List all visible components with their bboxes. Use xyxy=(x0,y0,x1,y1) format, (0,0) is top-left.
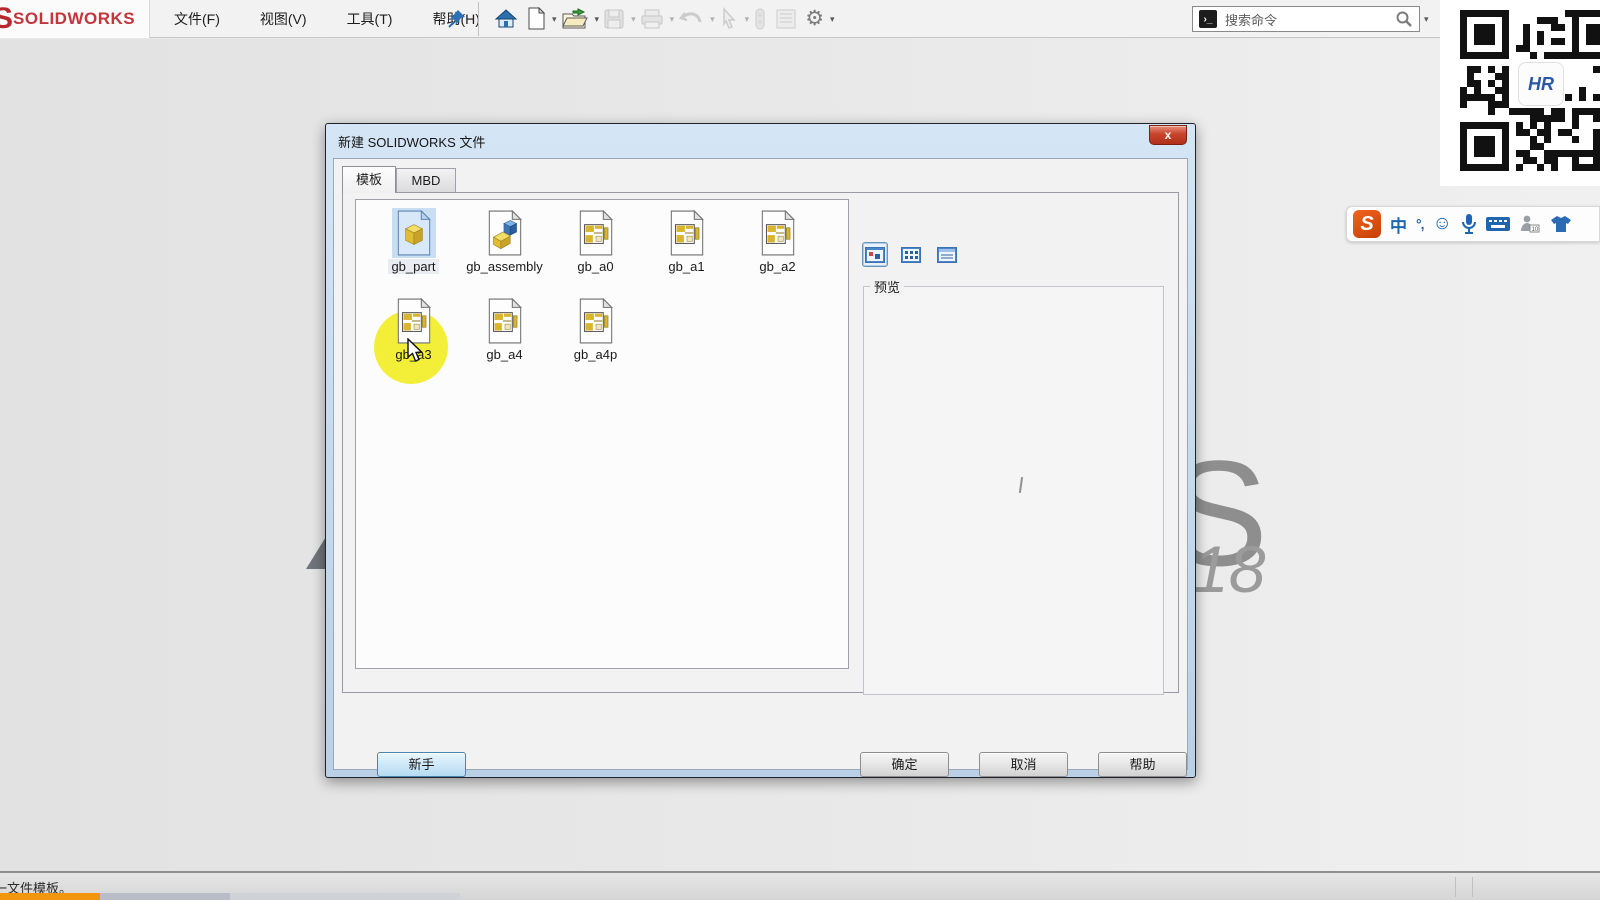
drawing-template-icon xyxy=(574,208,618,258)
dropdown-arrow-icon[interactable]: ▾ xyxy=(1424,14,1429,25)
microphone-icon[interactable] xyxy=(1461,213,1477,235)
svg-text:10: 10 xyxy=(1531,227,1538,233)
drawing-template-icon xyxy=(574,296,618,346)
help-button[interactable]: 帮助 xyxy=(1098,752,1187,777)
qr-code-card: HR xyxy=(1440,0,1600,186)
menu-view[interactable]: 视图(V) xyxy=(254,5,313,33)
undo-icon xyxy=(676,6,706,32)
template-label: gb_assembly xyxy=(463,259,546,274)
pin-icon[interactable] xyxy=(446,8,468,30)
template-item-gb-a3[interactable]: gb_a3 xyxy=(368,296,459,384)
rebuild-icon xyxy=(751,5,769,33)
template-label: gb_part xyxy=(388,259,438,274)
dropdown-arrow-icon[interactable]: ▾ xyxy=(595,14,600,25)
caret-artifact xyxy=(1019,477,1023,493)
new-document-dialog: 新建 SOLIDWORKS 文件 x 模板 MBD gb_part xyxy=(325,123,1196,778)
open-folder-icon[interactable] xyxy=(559,5,591,33)
search-prompt-icon: ›_ xyxy=(1199,10,1217,28)
ime-language-mode[interactable]: 中 xyxy=(1390,212,1407,237)
template-label: gb_a1 xyxy=(665,259,707,274)
dialog-title: 新建 SOLIDWORKS 文件 xyxy=(338,132,485,151)
emoji-icon[interactable]: ☺ xyxy=(1433,213,1452,235)
progress-segment-orange xyxy=(0,893,100,900)
tab-mbd[interactable]: MBD xyxy=(396,168,456,193)
template-item-gb-a2[interactable]: gb_a2 xyxy=(732,208,823,296)
menu-bar: 文件(F) 视图(V) 工具(T) 帮助(H) xyxy=(168,0,486,38)
new-document-icon[interactable] xyxy=(524,5,548,33)
small-icon-view-button[interactable] xyxy=(898,242,924,267)
keyboard-icon[interactable] xyxy=(1486,216,1510,232)
template-item-gb-a0[interactable]: gb_a0 xyxy=(550,208,641,296)
view-options-icon xyxy=(773,6,799,32)
template-item-gb-a4p[interactable]: gb_a4p xyxy=(550,296,641,384)
dropdown-arrow-icon: ▾ xyxy=(670,14,675,25)
status-separator xyxy=(1455,877,1456,897)
dropdown-arrow-icon[interactable]: ▾ xyxy=(830,14,835,25)
templates-tab-page: gb_part gb_assembly gb_a0 xyxy=(342,192,1179,693)
drawing-template-icon xyxy=(756,208,800,258)
logo-wordmark: SOLIDWORKS xyxy=(13,9,135,29)
search-placeholder: 搜索命令 xyxy=(1225,10,1395,29)
template-item-gb-part[interactable]: gb_part xyxy=(368,208,459,296)
template-label: gb_a4p xyxy=(571,347,620,362)
status-separator xyxy=(1472,877,1473,897)
toolbar-separator xyxy=(478,2,479,36)
preview-pane xyxy=(863,286,1164,695)
large-icon-view-button[interactable] xyxy=(862,242,888,267)
save-icon xyxy=(601,6,627,32)
menu-file[interactable]: 文件(F) xyxy=(168,5,226,33)
qr-center-logo: HR xyxy=(1518,62,1564,106)
template-item-gb-assembly[interactable]: gb_assembly xyxy=(459,208,550,296)
progress-segment-gray2 xyxy=(230,893,460,900)
dropdown-arrow-icon[interactable]: ▾ xyxy=(552,14,557,25)
progress-segment-gray1 xyxy=(100,893,230,900)
cancel-button[interactable]: 取消 xyxy=(979,752,1068,777)
list-view-button[interactable] xyxy=(934,242,960,267)
status-bar: 一文件模板。 xyxy=(0,871,1600,900)
ime-punctuation-icon[interactable]: °, xyxy=(1416,216,1424,232)
settings-gear-icon[interactable]: ⚙ xyxy=(803,7,826,31)
close-button[interactable]: x xyxy=(1149,125,1187,145)
view-mode-buttons xyxy=(862,242,960,267)
dropdown-arrow-icon: ▾ xyxy=(631,14,636,25)
ime-toolbar: S 中 °, ☺ 10 xyxy=(1346,206,1600,242)
part-template-icon xyxy=(392,208,436,258)
logo-s-glyph: S xyxy=(0,2,11,36)
template-item-gb-a1[interactable]: gb_a1 xyxy=(641,208,732,296)
template-label: gb_a0 xyxy=(574,259,616,274)
menu-tools[interactable]: 工具(T) xyxy=(341,5,399,33)
novice-button[interactable]: 新手 xyxy=(377,752,466,777)
preview-group-label: 预览 xyxy=(870,277,904,296)
command-search[interactable]: ›_ 搜索命令 xyxy=(1192,6,1420,32)
mouse-cursor xyxy=(404,338,424,366)
template-label: gb_a4 xyxy=(483,347,525,362)
template-label: gb_a2 xyxy=(756,259,798,274)
ime-logo-icon[interactable]: S xyxy=(1353,210,1381,238)
template-item-gb-a4[interactable]: gb_a4 xyxy=(459,296,550,384)
template-list: gb_part gb_assembly gb_a0 xyxy=(355,199,849,669)
drawing-template-icon xyxy=(665,208,709,258)
skin-shirt-icon[interactable] xyxy=(1550,214,1572,234)
drawing-template-icon xyxy=(483,296,527,346)
dialog-body: 模板 MBD gb_part gb_assembly xyxy=(333,158,1188,770)
tab-templates[interactable]: 模板 xyxy=(342,166,396,193)
dropdown-arrow-icon: ▾ xyxy=(745,14,750,25)
solidworks-logo: S SOLIDWORKS xyxy=(0,0,150,38)
toolbox-icon[interactable]: 10 xyxy=(1519,213,1541,235)
print-icon xyxy=(638,6,666,32)
assembly-template-icon xyxy=(483,208,527,258)
select-cursor-icon xyxy=(717,5,741,33)
watermark-number: 18 xyxy=(1192,531,1265,607)
magnifier-icon[interactable] xyxy=(1395,10,1413,28)
home-icon[interactable] xyxy=(492,6,520,32)
dropdown-arrow-icon: ▾ xyxy=(710,14,715,25)
top-toolbar: S SOLIDWORKS 文件(F) 视图(V) 工具(T) 帮助(H) ▾ ▾ xyxy=(0,0,1600,38)
quick-toolbar: ▾ ▾ ▾ ▾ ▾ ▾ ⚙ ▾ xyxy=(490,0,835,38)
ok-button[interactable]: 确定 xyxy=(860,752,949,777)
